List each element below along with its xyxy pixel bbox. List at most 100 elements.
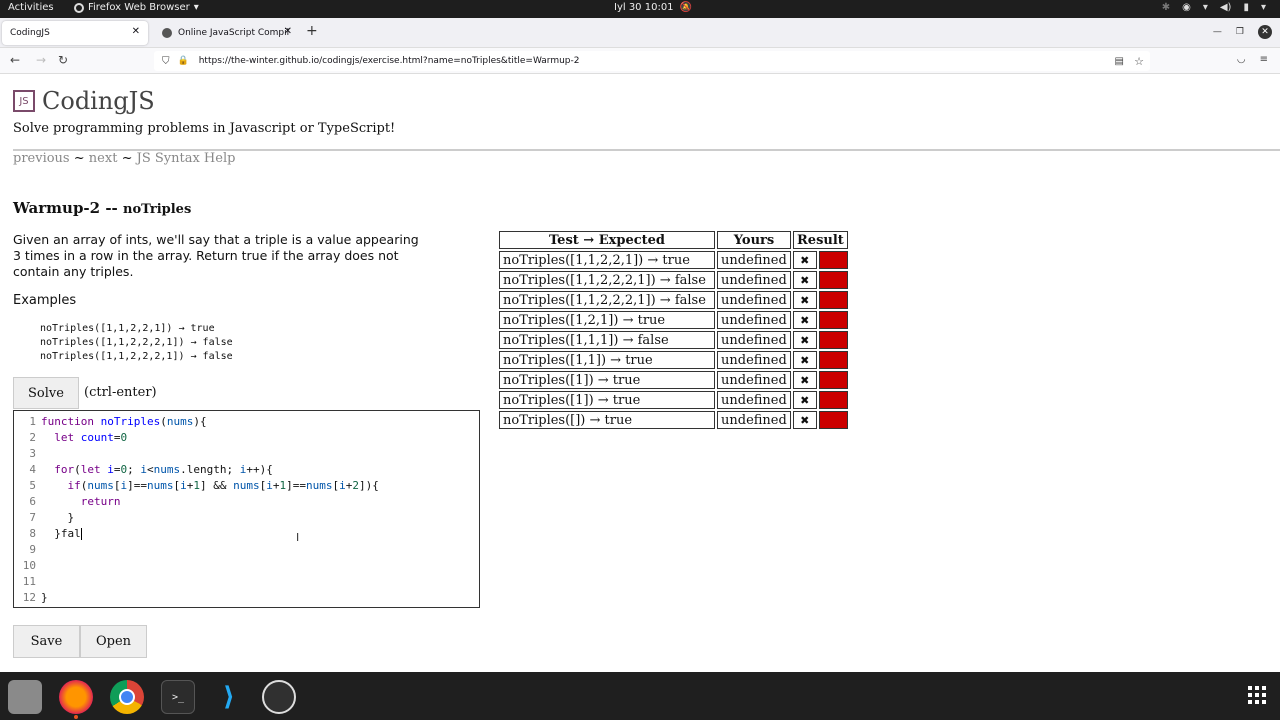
- tab-label: CodingJS: [10, 28, 50, 38]
- table-row: noTriples([1,1,2,2,2,1]) → false undefine…: [499, 271, 848, 289]
- code-editor[interactable]: 1 2 3 4 5 6 7 8 9 10 11 12 function noTr…: [13, 410, 480, 608]
- close-tab-icon[interactable]: ✕: [284, 26, 292, 37]
- solve-button[interactable]: Solve: [13, 377, 79, 409]
- previous-link[interactable]: previous: [13, 151, 70, 166]
- next-link[interactable]: next: [89, 151, 118, 166]
- fail-mark-icon: ✖: [793, 331, 817, 349]
- test-cell: noTriples([1,1,2,2,2,1]) → false: [499, 291, 715, 309]
- problem-category: Warmup-2 --: [13, 199, 118, 217]
- site-title: CodingJS: [42, 87, 155, 115]
- reader-view-icon[interactable]: ▤: [1115, 56, 1124, 67]
- code-line[interactable]: }: [41, 590, 379, 606]
- files-icon[interactable]: [8, 680, 42, 714]
- examples-list: noTriples([1,1,2,2,1]) → true noTriples([…: [40, 322, 233, 364]
- fail-mark-icon: ✖: [793, 271, 817, 289]
- result-status-cell: [818, 371, 848, 389]
- tagline: Solve programming problems in Javascript…: [13, 121, 396, 136]
- line-number-gutter: 1 2 3 4 5 6 7 8 9 10 11 12: [14, 414, 36, 606]
- tab-codingjs[interactable]: CodingJS ✕: [2, 21, 148, 45]
- result-status-cell: [818, 291, 848, 309]
- result-status-cell: [818, 391, 848, 409]
- code-line[interactable]: if(nums[i]==nums[i+1] && nums[i+1]==nums…: [41, 478, 379, 494]
- url-text[interactable]: https://the-winter.github.io/codingjs/ex…: [199, 56, 580, 66]
- yours-cell: undefined: [717, 291, 791, 309]
- volume-icon: ◀): [1219, 2, 1232, 13]
- code-line[interactable]: for(let i=0; i<nums.length; i++){: [41, 462, 379, 478]
- tracking-protection-icon[interactable]: ⛉: [162, 56, 170, 67]
- menu-icon[interactable]: ≡: [1260, 54, 1268, 65]
- line-number: 10: [22, 559, 36, 572]
- examples-heading: Examples: [13, 293, 77, 308]
- pocket-icon[interactable]: ◡: [1237, 54, 1246, 65]
- app-grid-icon[interactable]: [1248, 686, 1266, 704]
- code-line[interactable]: [41, 574, 379, 590]
- new-tab-button[interactable]: +: [306, 23, 318, 39]
- result-status-cell: [818, 411, 848, 429]
- forward-icon[interactable]: →: [36, 53, 46, 67]
- code-line[interactable]: let count=0: [41, 430, 379, 446]
- accessibility-icon: ◉: [1182, 2, 1191, 13]
- line-number: 7: [29, 511, 36, 524]
- save-button[interactable]: Save: [13, 625, 80, 658]
- url-bar[interactable]: ⛉ 🔒 https://the-winter.github.io/codingj…: [154, 51, 1150, 71]
- navigation-toolbar: ← → ↻ ⛉ 🔒 https://the-winter.github.io/c…: [0, 48, 1280, 74]
- tab-strip: CodingJS ✕ Online JavaScript Compil ✕ + …: [0, 18, 1280, 48]
- dock: >_ ⟩: [0, 672, 1280, 720]
- bluetooth-icon: ✱: [1161, 2, 1171, 13]
- lock-icon[interactable]: 🔒: [178, 56, 189, 66]
- open-button[interactable]: Open: [80, 625, 147, 658]
- code-line[interactable]: return: [41, 494, 379, 510]
- firefox-icon[interactable]: [59, 680, 93, 719]
- column-header: Test → Expected: [499, 231, 715, 249]
- code-line[interactable]: [41, 446, 379, 462]
- tab-online-js-compiler[interactable]: Online JavaScript Compil ✕: [154, 21, 300, 45]
- nav-separator: ~: [73, 151, 85, 166]
- table-row: noTriples([1,1]) → true undefined ✖: [499, 351, 848, 369]
- syntax-help-link[interactable]: JS Syntax Help: [137, 151, 236, 166]
- clock[interactable]: Iyl 30 10:01 🔕: [614, 2, 692, 13]
- yours-cell: undefined: [717, 371, 791, 389]
- code-line[interactable]: [41, 542, 379, 558]
- activities-button[interactable]: Activities: [8, 2, 54, 13]
- app-menu-label: Firefox Web Browser: [88, 2, 190, 13]
- app-menu[interactable]: Firefox Web Browser ▾: [74, 2, 199, 13]
- code-line[interactable]: function noTriples(nums){: [41, 414, 379, 430]
- site-favicon-icon: [162, 28, 172, 38]
- obs-icon[interactable]: [262, 680, 296, 714]
- line-number: 5: [29, 479, 36, 492]
- yours-cell: undefined: [717, 411, 791, 429]
- yours-cell: undefined: [717, 271, 791, 289]
- test-cell: noTriples([1]) → true: [499, 391, 715, 409]
- bookmark-star-icon[interactable]: ☆: [1134, 55, 1144, 68]
- site-logo[interactable]: JS CodingJS: [13, 87, 155, 115]
- table-row: noTriples([]) → true undefined ✖: [499, 411, 848, 429]
- text-cursor-icon: I: [296, 531, 300, 544]
- reload-icon[interactable]: ↻: [58, 53, 68, 67]
- running-indicator: [74, 715, 78, 719]
- minimize-icon[interactable]: —: [1213, 27, 1222, 37]
- back-icon[interactable]: ←: [10, 53, 20, 67]
- code-content[interactable]: function noTriples(nums){ let count=0 fo…: [41, 414, 379, 606]
- code-line[interactable]: }fal: [41, 526, 379, 542]
- test-cell: noTriples([1]) → true: [499, 371, 715, 389]
- yours-cell: undefined: [717, 391, 791, 409]
- terminal-icon[interactable]: >_: [161, 680, 195, 714]
- power-menu-icon: ▾: [1260, 2, 1266, 13]
- problem-title: Warmup-2 -- noTriples: [13, 199, 191, 217]
- example-item: noTriples([1,1,2,2,1]) → true: [40, 323, 215, 334]
- tab-label: Online JavaScript Compil: [178, 28, 290, 38]
- table-row: noTriples([1]) → true undefined ✖: [499, 391, 848, 409]
- test-results-table: Test → Expected Yours Result noTriples([…: [497, 229, 850, 431]
- chrome-icon[interactable]: [110, 680, 144, 714]
- close-window-icon[interactable]: ✕: [1258, 25, 1272, 39]
- close-tab-icon[interactable]: ✕: [132, 26, 140, 37]
- notifications-off-icon: 🔕: [679, 2, 692, 13]
- restore-icon[interactable]: ❐: [1236, 27, 1244, 37]
- code-line[interactable]: [41, 558, 379, 574]
- vscode-icon[interactable]: ⟩: [212, 680, 246, 714]
- code-line[interactable]: }: [41, 510, 379, 526]
- system-tray[interactable]: ✱ ◉ ▾ ◀) ▮ ▾: [1162, 2, 1266, 13]
- column-header: Yours: [717, 231, 791, 249]
- line-number: 9: [29, 543, 36, 556]
- line-number: 3: [29, 447, 36, 460]
